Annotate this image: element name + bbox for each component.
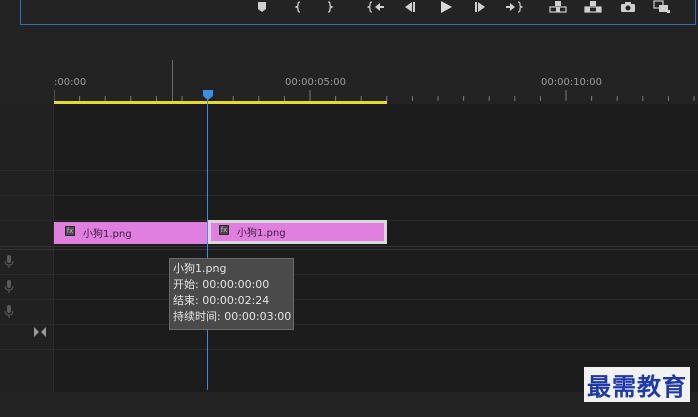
ruler-label-start: :00:00 bbox=[54, 77, 87, 88]
track-divider bbox=[0, 170, 698, 171]
video-clip[interactable]: fx 小狗1.png bbox=[54, 222, 208, 244]
go-to-in-icon[interactable] bbox=[366, 0, 386, 14]
clip-info-tooltip: 小狗1.png 开始: 00:00:00:00 结束: 00:00:02:24 … bbox=[169, 258, 294, 330]
track-divider bbox=[0, 324, 698, 325]
tooltip-clip-name: 小狗1.png bbox=[173, 262, 227, 275]
step-back-icon[interactable] bbox=[400, 0, 420, 14]
mark-in-icon[interactable] bbox=[288, 0, 308, 14]
video-audio-divider bbox=[0, 249, 698, 250]
extract-icon[interactable] bbox=[583, 0, 603, 14]
tooltip-start: 开始: 00:00:00:00 bbox=[173, 278, 270, 291]
work-area-bar[interactable] bbox=[54, 101, 387, 104]
clip-label: 小狗1.png bbox=[83, 229, 132, 240]
add-marker-icon[interactable] bbox=[252, 0, 272, 14]
playhead-line bbox=[207, 100, 208, 390]
mark-out-icon[interactable] bbox=[320, 0, 340, 14]
button-editor-icon[interactable] bbox=[652, 0, 672, 14]
fx-badge-icon: fx bbox=[219, 225, 229, 235]
microphone-icon[interactable] bbox=[4, 255, 14, 269]
track-divider bbox=[0, 195, 698, 196]
go-to-out-icon[interactable] bbox=[504, 0, 524, 14]
video-clip-selected[interactable]: fx 小狗1.png bbox=[208, 220, 387, 244]
video-audio-divider bbox=[0, 246, 698, 247]
play-icon[interactable] bbox=[436, 0, 456, 14]
tooltip-end: 结束: 00:00:02:24 bbox=[173, 294, 270, 307]
microphone-icon[interactable] bbox=[4, 280, 14, 294]
ruler-label-10s: 00:00:10:00 bbox=[541, 77, 603, 88]
playhead-handle[interactable] bbox=[203, 90, 213, 100]
tooltip-duration: 持续时间: 00:00:03:00 bbox=[173, 310, 292, 323]
step-forward-icon[interactable] bbox=[470, 0, 490, 14]
ruler-label-5s: 00:00:05:00 bbox=[285, 77, 347, 88]
lift-icon[interactable] bbox=[548, 0, 568, 14]
track-divider bbox=[0, 349, 698, 350]
clip-label: 小狗1.png bbox=[237, 228, 286, 239]
microphone-icon[interactable] bbox=[4, 305, 14, 319]
fx-badge-icon: fx bbox=[65, 226, 75, 236]
master-track-icon[interactable] bbox=[34, 327, 46, 337]
track-divider bbox=[0, 299, 698, 300]
watermark-logo: 最需教育 bbox=[584, 367, 690, 402]
export-frame-icon[interactable] bbox=[618, 0, 638, 14]
track-divider bbox=[0, 274, 698, 275]
